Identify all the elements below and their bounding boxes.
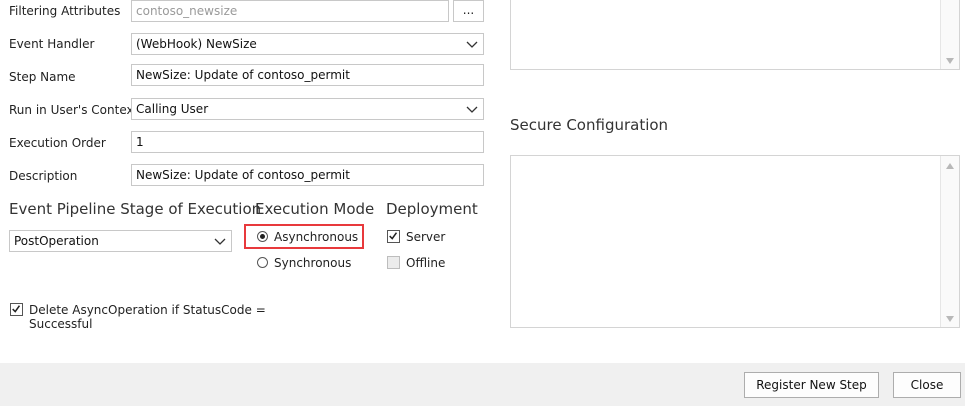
synchronous-label: Synchronous — [274, 256, 352, 270]
chevron-down-icon — [466, 41, 478, 48]
run-context-select[interactable]: Calling User — [131, 98, 484, 120]
close-button[interactable]: Close — [893, 372, 961, 398]
execution-order-input[interactable]: 1 — [131, 131, 484, 153]
pipeline-stage-select[interactable]: PostOperation — [9, 230, 232, 252]
unsecure-configuration-textarea[interactable] — [510, 0, 960, 70]
scroll-down-icon[interactable] — [945, 57, 955, 65]
chevron-down-icon — [466, 106, 478, 113]
execution-mode-heading: Execution Mode — [255, 200, 375, 218]
asynchronous-radio[interactable]: Asynchronous — [256, 229, 359, 245]
filtering-attributes-label: Filtering Attributes — [9, 4, 121, 18]
event-handler-value: (WebHook) NewSize — [136, 37, 257, 51]
checkbox-checked-icon — [387, 230, 400, 243]
description-input[interactable]: NewSize: Update of contoso_permit — [131, 164, 484, 186]
offline-checkbox[interactable]: Offline — [387, 255, 457, 271]
register-new-step-button[interactable]: Register New Step — [744, 372, 879, 398]
description-label: Description — [9, 169, 78, 183]
scroll-down-icon[interactable] — [945, 315, 955, 323]
radio-empty-icon — [257, 257, 268, 268]
synchronous-radio[interactable]: Synchronous — [256, 255, 356, 271]
chevron-down-icon — [214, 238, 226, 245]
filtering-attributes-browse-button[interactable]: ... — [453, 0, 484, 22]
filtering-attributes-input[interactable]: contoso_newsize — [131, 0, 449, 22]
radio-selected-icon — [257, 231, 268, 242]
run-context-value: Calling User — [136, 102, 209, 116]
deployment-heading: Deployment — [386, 200, 478, 218]
secure-configuration-heading: Secure Configuration — [510, 116, 669, 134]
dialog-footer: Register New Step Close — [0, 363, 965, 406]
server-label: Server — [406, 230, 446, 244]
event-handler-label: Event Handler — [9, 37, 95, 51]
scroll-up-icon[interactable] — [945, 162, 955, 170]
run-context-label: Run in User's Context — [9, 103, 139, 117]
pipeline-stage-value: PostOperation — [14, 234, 99, 248]
checkbox-disabled-icon — [387, 256, 400, 269]
step-name-label: Step Name — [9, 70, 76, 84]
scrollbar[interactable] — [940, 0, 959, 69]
checkbox-checked-icon — [10, 303, 23, 316]
secure-configuration-textarea[interactable] — [510, 155, 960, 328]
delete-async-label: Delete AsyncOperation if StatusCode = Su… — [29, 303, 266, 331]
step-name-input[interactable]: NewSize: Update of contoso_permit — [131, 64, 484, 86]
pipeline-stage-heading: Event Pipeline Stage of Execution — [9, 200, 262, 218]
delete-async-checkbox[interactable]: Delete AsyncOperation if StatusCode = Su… — [10, 302, 310, 331]
server-checkbox[interactable]: Server — [387, 229, 457, 245]
execution-order-label: Execution Order — [9, 136, 106, 150]
scrollbar[interactable] — [940, 156, 959, 327]
event-handler-select[interactable]: (WebHook) NewSize — [131, 33, 484, 55]
offline-label: Offline — [406, 256, 446, 270]
asynchronous-label: Asynchronous — [274, 230, 359, 244]
